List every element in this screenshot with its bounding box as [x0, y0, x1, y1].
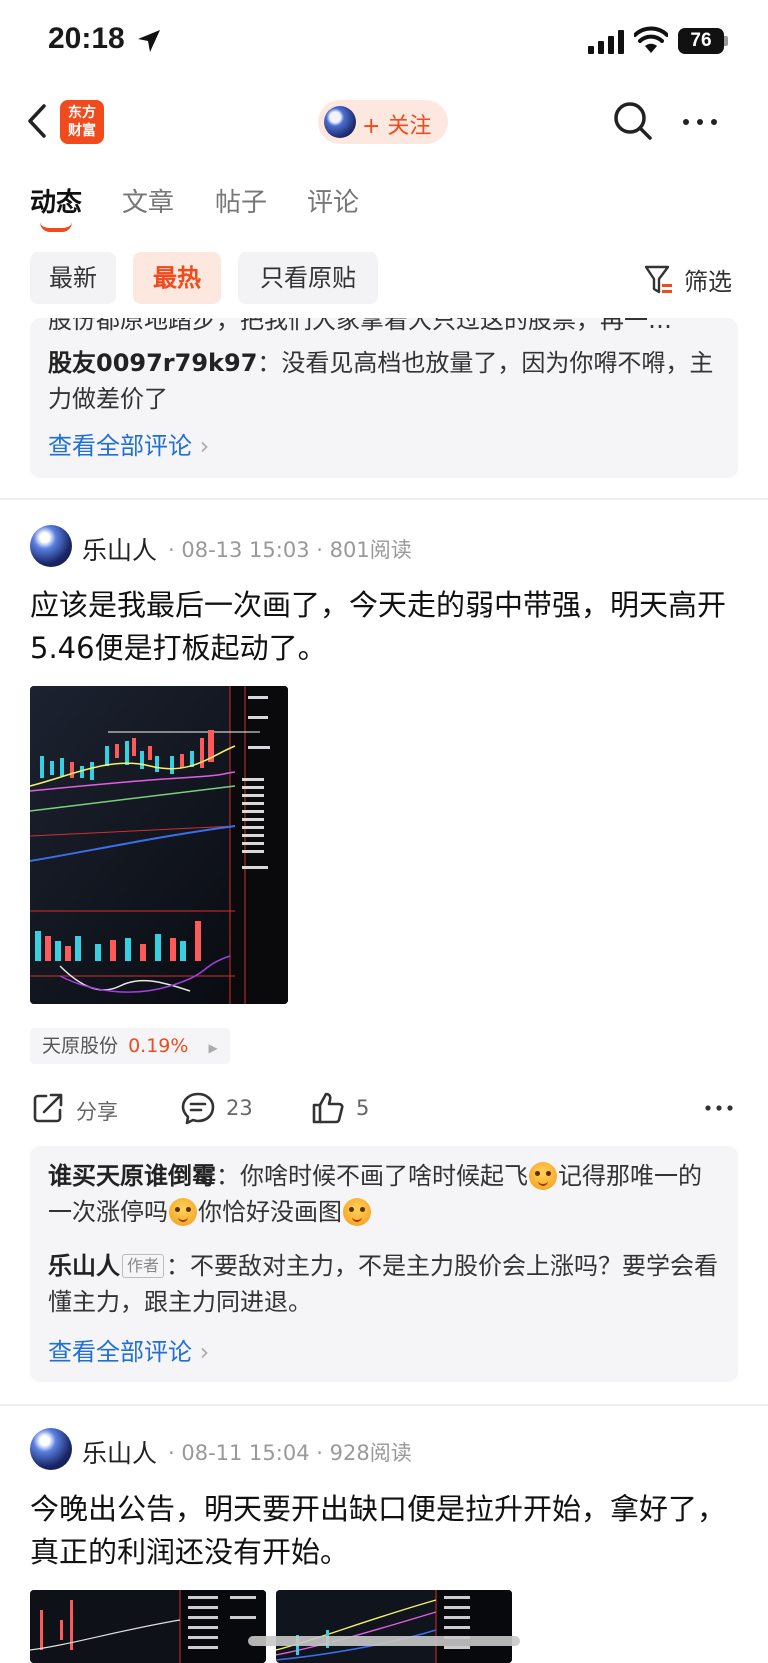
share-label: 分享: [76, 1100, 118, 1124]
stock-name: 天原股份: [42, 1035, 119, 1057]
share-icon: [33, 1093, 63, 1123]
stock-tag[interactable]: 天原股份 0.19% ▶: [30, 1028, 230, 1064]
like-button[interactable]: 5: [310, 1090, 390, 1126]
post-date: 08-13 15:03: [181, 538, 310, 562]
comment-colon: ：: [216, 1162, 240, 1190]
see-all-comments-link[interactable]: 查看全部评论 ›: [48, 1332, 209, 1367]
see-all-label: 查看全部评论: [48, 432, 192, 460]
filter-original-only[interactable]: 只看原贴: [238, 252, 378, 304]
follow-button[interactable]: + 关注: [318, 100, 448, 144]
back-icon[interactable]: [22, 100, 52, 142]
see-all-label: 查看全部评论: [48, 1338, 192, 1366]
signal-icon: [588, 30, 624, 54]
tab-comments[interactable]: 评论: [307, 182, 359, 219]
emoji-icon: [343, 1198, 371, 1226]
chart-screenshot-image[interactable]: [276, 1590, 512, 1663]
cut-comment: 股份都原地踏步，把我们大家拿着大只过这的股票，再一…: [48, 318, 672, 334]
location-arrow-icon: [138, 30, 160, 52]
battery-level: 76: [678, 28, 724, 54]
caret-right-icon: ▶: [208, 1041, 218, 1055]
chart-photo: [30, 1590, 266, 1663]
chart-screenshot-image[interactable]: [30, 1590, 266, 1663]
post-text[interactable]: 应该是我最后一次画了，今天走的弱中带强，明天高开5.46便是打板起动了。: [30, 584, 740, 670]
chart-photo: [276, 1590, 512, 1663]
author-tag: 作者: [122, 1254, 165, 1278]
post-reads: 928阅读: [329, 1441, 412, 1465]
comment-item: 乐山人 作者 ：不要敌对主力，不是主力股价会上涨吗？要学会看懂主力，跟主力同进退。: [48, 1248, 720, 1320]
filter-button[interactable]: 筛选: [644, 260, 760, 296]
status-bar: 20:18 76: [0, 0, 768, 84]
more-icon[interactable]: [680, 112, 720, 132]
tab-dynamics[interactable]: 动态: [30, 182, 82, 219]
filter-latest[interactable]: 最新: [30, 252, 116, 304]
status-time: 20:18: [48, 22, 125, 55]
filter-label: 筛选: [684, 268, 732, 296]
emoji-icon: [169, 1198, 197, 1226]
chart-screenshot-image[interactable]: [30, 686, 288, 1004]
wifi-icon: [634, 26, 668, 53]
author-name[interactable]: 乐山人: [82, 1434, 157, 1470]
commenter-name[interactable]: 乐山人: [48, 1252, 120, 1280]
search-icon[interactable]: [612, 100, 654, 142]
comment-preview-box: 谁买天原谁倒霉：你啥时候不画了啥时候起飞 记得那唯一的一次涨停吗 你恰好没画图 乐山…: [30, 1146, 738, 1382]
author-name[interactable]: 乐山人: [82, 531, 157, 567]
brand-logo: 东方 财富: [60, 100, 104, 144]
chevron-right-icon: ›: [199, 432, 210, 460]
avatar[interactable]: [30, 1428, 72, 1470]
comment-text: 你啥时候不画了啥时候起飞: [240, 1162, 528, 1190]
chevron-right-icon: ›: [199, 1338, 210, 1366]
commenter-name[interactable]: 谁买天原谁倒霉: [48, 1162, 216, 1190]
logo-line-1: 东方: [68, 105, 96, 121]
comment-icon: [181, 1092, 215, 1125]
post-meta: · 08-11 15:04 · 928阅读: [168, 1441, 412, 1465]
comment-item: 谁买天原谁倒霉：你啥时候不画了啥时候起飞 记得那唯一的一次涨停吗 你恰好没画图: [48, 1158, 720, 1230]
comment-button[interactable]: 23: [180, 1090, 270, 1126]
see-all-comments-link[interactable]: 查看全部评论 ›: [48, 426, 209, 461]
divider: [0, 498, 768, 500]
battery-cap: [724, 36, 728, 46]
comment-count: 23: [226, 1096, 253, 1120]
comment-colon: ：: [257, 349, 282, 377]
follow-label: + 关注: [362, 114, 432, 139]
more-icon[interactable]: [704, 1098, 734, 1118]
commenter-name[interactable]: 股友0097r79k97: [48, 349, 257, 377]
post-date: 08-11 15:04: [181, 1441, 310, 1465]
divider: [0, 1404, 768, 1406]
comment-preview-box: 股份都原地踏步，把我们大家拿着大只过这的股票，再一… 股友0097r79k97：…: [30, 318, 738, 478]
share-button[interactable]: 分享: [30, 1090, 130, 1126]
comment-colon: ：: [166, 1252, 191, 1280]
post-text[interactable]: 今晚出公告，明天要开出缺口便是拉升开始，拿好了，真正的利润还没有开始。: [30, 1488, 740, 1574]
post-reads: 801阅读: [329, 538, 412, 562]
emoji-icon: [529, 1162, 557, 1190]
avatar[interactable]: [30, 525, 72, 567]
home-indicator: [248, 1636, 520, 1646]
like-icon: [312, 1092, 344, 1124]
tab-underline: [40, 222, 72, 232]
tab-articles[interactable]: 文章: [122, 182, 174, 219]
comment-text: 你恰好没画图: [198, 1198, 342, 1226]
like-count: 5: [356, 1096, 370, 1120]
tab-posts[interactable]: 帖子: [215, 182, 267, 219]
comment-item: 股友0097r79k97：没看见高档也放量了，因为你嘚不嘚，主力做差价了: [48, 345, 720, 417]
avatar: [324, 106, 356, 138]
logo-line-2: 财富: [68, 123, 96, 139]
filter-icon: [644, 265, 672, 294]
filter-hottest[interactable]: 最热: [133, 252, 221, 304]
chart-photo: [30, 686, 288, 1004]
stock-change: 0.19%: [128, 1035, 189, 1057]
post-meta: · 08-13 15:03 · 801阅读: [168, 538, 412, 562]
